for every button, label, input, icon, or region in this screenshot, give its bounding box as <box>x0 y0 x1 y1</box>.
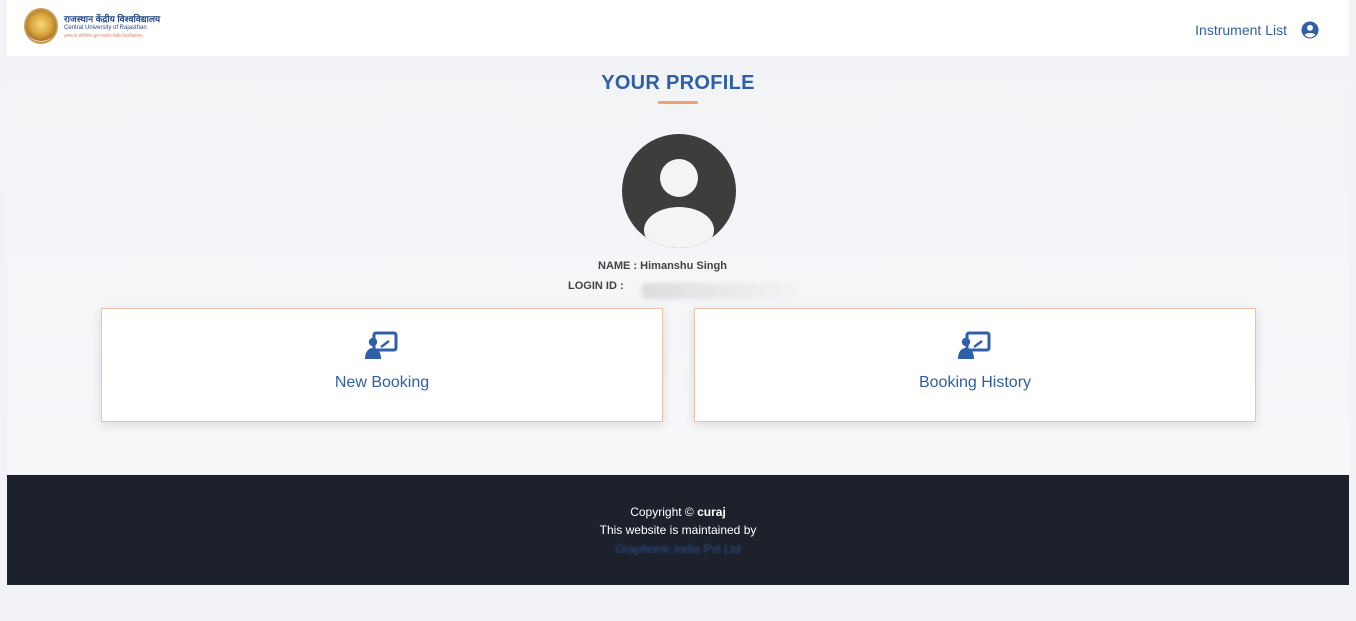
copyright-text: Copyright © curaj <box>7 505 1349 519</box>
page-title: YOUR PROFILE <box>601 72 755 94</box>
name-label: NAME : <box>598 260 641 272</box>
user-circle-icon[interactable] <box>1301 21 1319 39</box>
university-logo[interactable]: राजस्थान केंद्रीय विश्वविद्यालय Central … <box>24 8 160 44</box>
booking-history-label: Booking History <box>918 374 1032 391</box>
title-underline <box>658 101 698 104</box>
copyright-owner: curaj <box>697 505 726 519</box>
bottom-strip <box>7 585 1349 621</box>
new-booking-label: New Booking <box>334 374 430 391</box>
teacher-board-icon <box>365 331 398 359</box>
booking-history-card[interactable]: Booking History <box>694 308 1256 422</box>
name-value: Himanshu Singh <box>640 260 727 272</box>
new-booking-card[interactable]: New Booking <box>101 308 663 422</box>
university-emblem-icon <box>24 8 58 44</box>
profile-name: NAME : Himanshu Singh <box>598 260 727 272</box>
login-id-redacted <box>642 283 798 299</box>
top-navbar: राजस्थान केंद्रीय विश्वविद्यालय Central … <box>7 0 1349 56</box>
instrument-list-link[interactable]: Instrument List <box>1195 22 1287 38</box>
logo-sub-text: (संसद के अधिनियम द्वारा स्थापित केंद्रीय… <box>64 33 143 38</box>
login-label: LOGIN ID : <box>568 280 624 292</box>
footer: Copyright © curaj This website is mainta… <box>7 475 1349 585</box>
teacher-board-icon <box>958 331 991 359</box>
maintainer-link[interactable]: Graphonic India Pvt Ltd <box>7 542 1349 556</box>
profile-avatar-icon <box>622 134 736 248</box>
logo-english-text: Central University of Rajasthan <box>64 25 147 31</box>
logo-text: राजस्थान केंद्रीय विश्वविद्यालय Central … <box>64 14 160 38</box>
copyright-prefix: Copyright © <box>630 505 698 519</box>
logo-hindi-text: राजस्थान केंद्रीय विश्वविद्यालय <box>64 14 161 24</box>
profile-login-id: LOGIN ID : <box>568 280 624 292</box>
maintained-by-text: This website is maintained by <box>599 523 757 537</box>
